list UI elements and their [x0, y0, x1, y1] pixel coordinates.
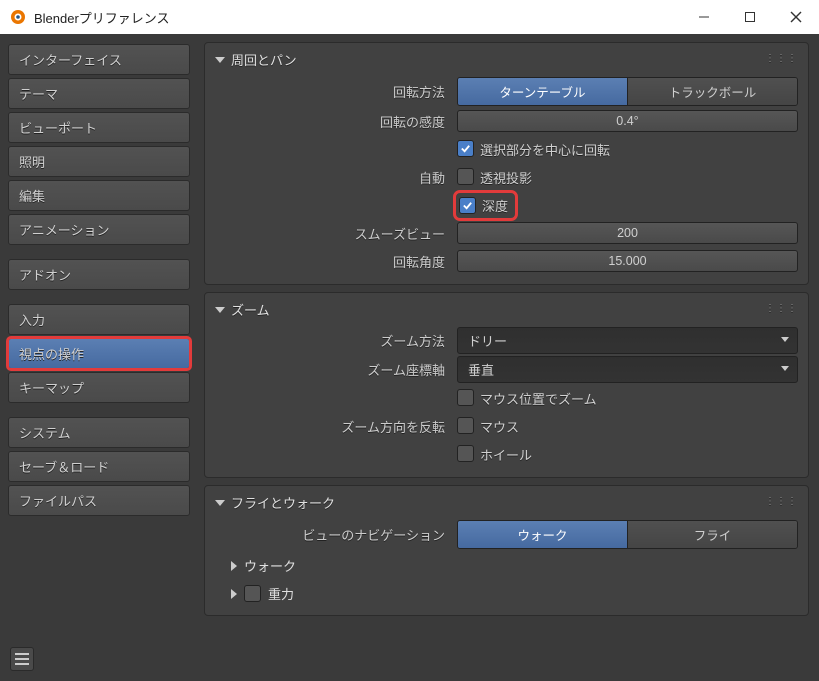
rotation-method-option[interactable]: トラックボール [628, 78, 797, 105]
invert-wheel-label: ホイール [480, 445, 532, 464]
content-area: 周回とパン ⋮⋮⋮ 回転方法 ターンテーブルトラックボール 回転の感度 0.4°… [190, 34, 819, 681]
perspective-checkbox[interactable] [457, 168, 474, 185]
disclosure-closed-icon [231, 561, 237, 571]
panel-title: 周回とパン [231, 50, 297, 69]
sidebar-item[interactable]: アドオン [8, 259, 190, 290]
invert-mouse-label: マウス [480, 417, 519, 436]
drag-handle-icon[interactable]: ⋮⋮⋮ [765, 303, 798, 314]
disclosure-open-icon [215, 57, 225, 63]
fly-walk-header[interactable]: フライとウォーク ⋮⋮⋮ [205, 486, 808, 518]
walk-label: ウォーク [244, 556, 296, 575]
rotation-method-group[interactable]: ターンテーブルトラックボール [457, 77, 798, 106]
sensitivity-label: 回転の感度 [205, 112, 457, 131]
sidebar-item[interactable]: 視点の操作 [8, 338, 190, 369]
nav-option[interactable]: フライ [628, 521, 797, 548]
zoom-method-dropdown[interactable]: ドリー [457, 327, 798, 354]
hamburger-menu-button[interactable] [10, 647, 34, 671]
disclosure-closed-icon [231, 589, 237, 599]
drag-handle-icon[interactable]: ⋮⋮⋮ [765, 53, 798, 64]
depth-label: 深度 [482, 196, 508, 215]
mouse-pos-zoom-label: マウス位置でズーム [480, 389, 597, 408]
rotation-method-option[interactable]: ターンテーブル [458, 78, 628, 105]
sidebar-item[interactable]: インターフェイス [8, 44, 190, 75]
orbit-pan-panel: 周回とパン ⋮⋮⋮ 回転方法 ターンテーブルトラックボール 回転の感度 0.4°… [204, 42, 809, 285]
sidebar-item[interactable]: セーブ＆ロード [8, 451, 190, 482]
view-navigation-group[interactable]: ウォークフライ [457, 520, 798, 549]
sidebar-item[interactable]: システム [8, 417, 190, 448]
fly-walk-panel: フライとウォーク ⋮⋮⋮ ビューのナビゲーション ウォークフライ ウォーク 重力 [204, 485, 809, 616]
sidebar-item[interactable]: 入力 [8, 304, 190, 335]
rotation-angle-field[interactable]: 15.000 [457, 250, 798, 272]
rotation-method-label: 回転方法 [205, 82, 457, 101]
close-button[interactable] [773, 0, 819, 34]
view-navigation-label: ビューのナビゲーション [205, 525, 457, 544]
zoom-panel: ズーム ⋮⋮⋮ ズーム方法 ドリー ズーム座標軸 垂直 マウス位置でズーム ズー… [204, 292, 809, 478]
perspective-label: 透視投影 [480, 168, 532, 187]
minimize-button[interactable] [681, 0, 727, 34]
invert-zoom-label: ズーム方向を反転 [205, 417, 457, 436]
zoom-axis-dropdown[interactable]: 垂直 [457, 356, 798, 383]
gravity-subpanel[interactable]: 重力 [205, 579, 808, 607]
invert-wheel-checkbox[interactable] [457, 445, 474, 462]
title-bar: Blenderプリファレンス [0, 0, 819, 34]
mouse-pos-zoom-checkbox[interactable] [457, 389, 474, 406]
zoom-axis-label: ズーム座標軸 [205, 360, 457, 379]
auto-label: 自動 [205, 168, 457, 187]
sidebar-item[interactable]: ファイルパス [8, 485, 190, 516]
maximize-button[interactable] [727, 0, 773, 34]
orbit-pan-header[interactable]: 周回とパン ⋮⋮⋮ [205, 43, 808, 75]
gravity-checkbox[interactable] [244, 585, 261, 602]
sidebar-item[interactable]: テーマ [8, 78, 190, 109]
nav-option[interactable]: ウォーク [458, 521, 628, 548]
blender-logo-icon [10, 9, 26, 25]
invert-mouse-checkbox[interactable] [457, 417, 474, 434]
sidebar-item[interactable]: キーマップ [8, 372, 190, 403]
sidebar: インターフェイステーマビューポート照明編集アニメーションアドオン入力視点の操作キ… [0, 34, 190, 681]
window-title: Blenderプリファレンス [34, 8, 681, 27]
panel-title: フライとウォーク [231, 493, 335, 512]
sidebar-item[interactable]: 編集 [8, 180, 190, 211]
sidebar-item[interactable]: 照明 [8, 146, 190, 177]
sidebar-item[interactable]: アニメーション [8, 214, 190, 245]
sidebar-item[interactable]: ビューポート [8, 112, 190, 143]
orbit-selection-label: 選択部分を中心に回転 [480, 140, 610, 159]
sensitivity-field[interactable]: 0.4° [457, 110, 798, 132]
drag-handle-icon[interactable]: ⋮⋮⋮ [765, 496, 798, 507]
smooth-view-label: スムーズビュー [205, 224, 457, 243]
smooth-view-field[interactable]: 200 [457, 222, 798, 244]
walk-subpanel[interactable]: ウォーク [205, 551, 808, 579]
rotation-angle-label: 回転角度 [205, 252, 457, 271]
gravity-label: 重力 [268, 584, 294, 603]
depth-checkbox[interactable] [459, 197, 476, 214]
disclosure-open-icon [215, 500, 225, 506]
panel-title: ズーム [231, 300, 270, 319]
zoom-method-label: ズーム方法 [205, 331, 457, 350]
zoom-header[interactable]: ズーム ⋮⋮⋮ [205, 293, 808, 325]
orbit-selection-checkbox[interactable] [457, 140, 474, 157]
disclosure-open-icon [215, 307, 225, 313]
